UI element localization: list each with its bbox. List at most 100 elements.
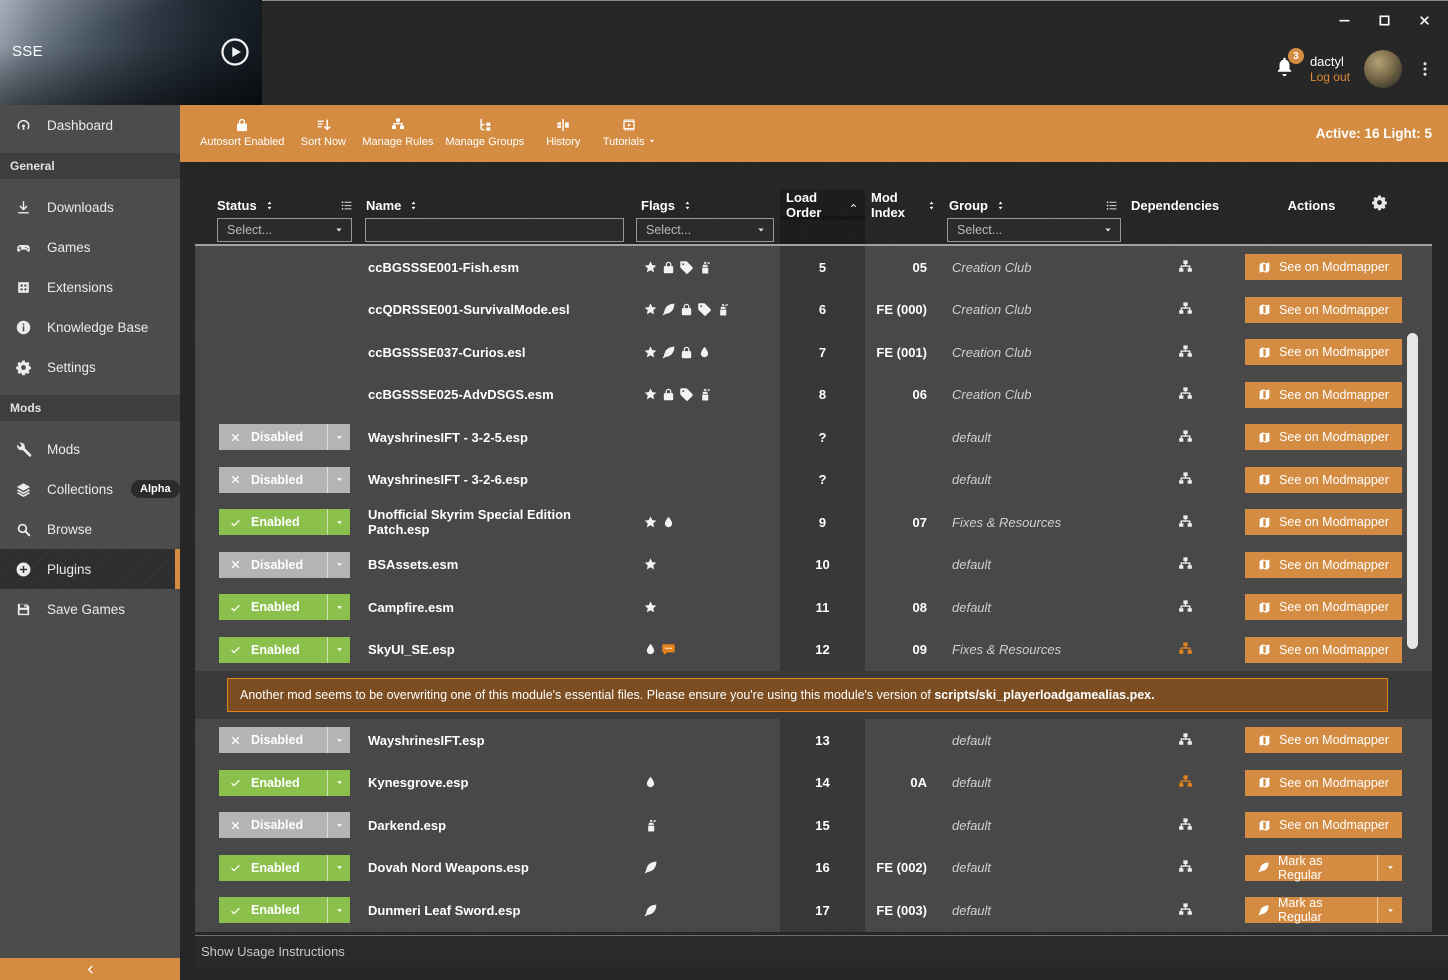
see-on-modmapper-button[interactable]: See on Modmapper <box>1245 467 1402 493</box>
column-list-icon[interactable] <box>1104 198 1119 213</box>
status-caret-icon[interactable] <box>327 770 350 796</box>
sort-icon[interactable] <box>264 200 275 211</box>
sidebar-item-downloads[interactable]: Downloads <box>0 187 180 227</box>
plugin-row[interactable]: DisabledWayshrinesIFT.esp13defaultSee on… <box>195 719 1432 762</box>
dependencies-icon[interactable] <box>1177 471 1194 488</box>
user-avatar[interactable] <box>1364 50 1402 88</box>
dependencies-icon[interactable] <box>1177 641 1194 658</box>
plugin-status-toggle[interactable]: Enabled <box>219 594 350 620</box>
column-header-mod-index[interactable]: Mod Index <box>865 190 943 220</box>
action-caret-icon[interactable] <box>1377 855 1402 881</box>
plugin-row[interactable]: EnabledSkyUI_SE.esp1209Fixes & Resources… <box>195 629 1432 672</box>
dependencies-icon[interactable] <box>1177 429 1194 446</box>
plugin-row[interactable]: EnabledKynesgrove.esp140AdefaultSee on M… <box>195 762 1432 805</box>
status-caret-icon[interactable] <box>327 594 350 620</box>
dependencies-icon[interactable] <box>1177 259 1194 276</box>
minimize-icon[interactable] <box>1337 13 1352 28</box>
dependencies-icon[interactable] <box>1177 859 1194 876</box>
toolbar-manage-rules-button[interactable]: Manage Rules <box>356 105 439 162</box>
plugin-row[interactable]: DisabledWayshrinesIFT - 3-2-5.esp?defaul… <box>195 416 1432 459</box>
status-caret-icon[interactable] <box>327 424 350 450</box>
see-on-modmapper-button[interactable]: See on Modmapper <box>1245 297 1402 323</box>
sidebar-item-extensions[interactable]: Extensions <box>0 267 180 307</box>
see-on-modmapper-button[interactable]: See on Modmapper <box>1245 727 1402 753</box>
sort-ascending-icon[interactable] <box>848 200 859 211</box>
dependencies-icon[interactable] <box>1177 817 1194 834</box>
status-caret-icon[interactable] <box>327 897 350 923</box>
mark-as-regular-button[interactable]: Mark as Regular <box>1245 897 1402 923</box>
see-on-modmapper-button[interactable]: See on Modmapper <box>1245 770 1402 796</box>
game-banner[interactable]: SSE <box>0 0 262 105</box>
mark-as-regular-button[interactable]: Mark as Regular <box>1245 855 1402 881</box>
see-on-modmapper-button[interactable]: See on Modmapper <box>1245 812 1402 838</box>
plugin-row[interactable]: EnabledCampfire.esm1108defaultSee on Mod… <box>195 586 1432 629</box>
sidebar-collapse-button[interactable] <box>0 958 180 980</box>
plugin-status-toggle[interactable]: Disabled <box>219 467 350 493</box>
usage-instructions-bar[interactable]: Show Usage Instructions <box>195 935 1448 967</box>
dependencies-icon[interactable] <box>1177 599 1194 616</box>
sidebar-item-save-games[interactable]: Save Games <box>0 589 180 629</box>
dependencies-icon[interactable] <box>1177 386 1194 403</box>
plugin-status-toggle[interactable]: Enabled <box>219 770 350 796</box>
sidebar-item-mods[interactable]: Mods <box>0 429 180 469</box>
plugin-row[interactable]: EnabledDovah Nord Weapons.esp16FE (002)d… <box>195 847 1432 890</box>
see-on-modmapper-button[interactable]: See on Modmapper <box>1245 339 1402 365</box>
plugin-row[interactable]: ccBGSSSE001-Fish.esm505Creation ClubSee … <box>195 246 1432 289</box>
sidebar-item-browse[interactable]: Browse <box>0 509 180 549</box>
status-caret-icon[interactable] <box>327 509 350 535</box>
plugin-row[interactable]: ccBGSSSE037-Curios.esl7FE (001)Creation … <box>195 331 1432 374</box>
column-header-name[interactable]: Name <box>360 190 635 220</box>
sidebar-item-settings[interactable]: Settings <box>0 347 180 387</box>
logout-link[interactable]: Log out <box>1310 70 1350 84</box>
see-on-modmapper-button[interactable]: See on Modmapper <box>1245 254 1402 280</box>
see-on-modmapper-button[interactable]: See on Modmapper <box>1245 594 1402 620</box>
see-on-modmapper-button[interactable]: See on Modmapper <box>1245 509 1402 535</box>
group-filter-select[interactable]: Select... <box>947 218 1121 242</box>
column-header-flags[interactable]: Flags <box>635 190 780 220</box>
flags-filter-select[interactable]: Select... <box>636 218 774 242</box>
plugin-status-toggle[interactable]: Enabled <box>219 897 350 923</box>
sort-icon[interactable] <box>682 200 693 211</box>
sidebar-item-games[interactable]: Games <box>0 227 180 267</box>
plugin-status-toggle[interactable]: Disabled <box>219 552 350 578</box>
plugin-status-toggle[interactable]: Enabled <box>219 637 350 663</box>
toolbar-tutorials-button[interactable]: Tutorials <box>596 105 662 162</box>
plugin-row[interactable]: DisabledBSAssets.esm10defaultSee on Modm… <box>195 544 1432 587</box>
column-header-group[interactable]: Group <box>943 190 1125 220</box>
name-filter-input[interactable] <box>365 218 624 242</box>
sidebar-item-dashboard[interactable]: Dashboard <box>0 105 180 145</box>
action-caret-icon[interactable] <box>1377 897 1402 923</box>
status-filter-select[interactable]: Select... <box>217 218 352 242</box>
plugin-row[interactable]: EnabledDunmeri Leaf Sword.esp17FE (003)d… <box>195 889 1432 932</box>
toolbar-sort-now-button[interactable]: Sort Now <box>290 105 356 162</box>
status-caret-icon[interactable] <box>327 812 350 838</box>
plugin-status-toggle[interactable]: Disabled <box>219 727 350 753</box>
column-header-load-order[interactable]: Load Order <box>780 190 865 220</box>
plugin-row[interactable]: DisabledWayshrinesIFT - 3-2-6.esp?defaul… <box>195 459 1432 502</box>
plugin-status-toggle[interactable]: Disabled <box>219 812 350 838</box>
status-caret-icon[interactable] <box>327 855 350 881</box>
plugin-status-toggle[interactable]: Disabled <box>219 424 350 450</box>
sidebar-item-collections[interactable]: CollectionsAlpha <box>0 469 180 509</box>
toolbar-manage-groups-button[interactable]: Manage Groups <box>439 105 530 162</box>
plugin-row[interactable]: EnabledUnofficial Skyrim Special Edition… <box>195 501 1432 544</box>
maximize-icon[interactable] <box>1377 13 1392 28</box>
see-on-modmapper-button[interactable]: See on Modmapper <box>1245 552 1402 578</box>
status-caret-icon[interactable] <box>327 467 350 493</box>
menu-dots-icon[interactable] <box>1416 60 1434 78</box>
dependencies-icon[interactable] <box>1177 556 1194 573</box>
see-on-modmapper-button[interactable]: See on Modmapper <box>1245 382 1402 408</box>
plugin-status-toggle[interactable]: Enabled <box>219 855 350 881</box>
table-scrollbar[interactable] <box>1407 333 1418 649</box>
column-list-icon[interactable] <box>339 198 354 213</box>
column-header-status[interactable]: Status <box>195 190 360 220</box>
dependencies-icon[interactable] <box>1177 902 1194 919</box>
close-icon[interactable] <box>1417 13 1432 28</box>
sort-icon[interactable] <box>408 200 419 211</box>
sort-icon[interactable] <box>926 200 937 211</box>
status-caret-icon[interactable] <box>327 552 350 578</box>
see-on-modmapper-button[interactable]: See on Modmapper <box>1245 637 1402 663</box>
see-on-modmapper-button[interactable]: See on Modmapper <box>1245 424 1402 450</box>
dependencies-icon[interactable] <box>1177 732 1194 749</box>
table-settings-gear-icon[interactable] <box>1371 194 1388 211</box>
